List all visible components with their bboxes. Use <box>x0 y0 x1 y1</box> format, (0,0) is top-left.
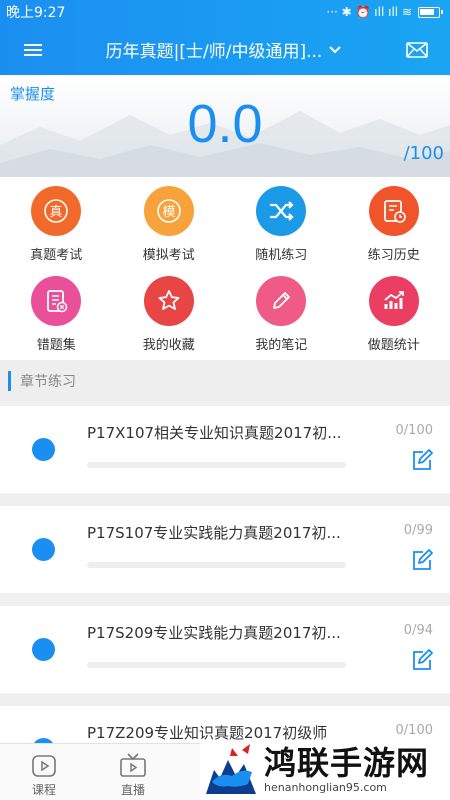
chevron-down-icon <box>329 45 342 53</box>
page-title: 历年真题|[士/师/中级通用]... <box>105 42 323 62</box>
nav-courses[interactable]: 课程 <box>14 744 74 800</box>
status-bar: 晚上9:27 ··· ✱ ⏰ ıll ıll ≋ <box>0 0 450 24</box>
nav-live-label: 直播 <box>120 783 145 797</box>
subject-selector[interactable]: 历年真题|[士/师/中级通用]... <box>106 37 343 62</box>
pencil-icon <box>256 276 307 326</box>
mock-exam-label: 模拟考试 <box>142 248 195 263</box>
notes-button[interactable]: 我的笔记 <box>225 267 338 360</box>
mastery-score: 0.0 <box>187 94 263 154</box>
mastery-panel: 掌握度 0.0 /100 <box>0 75 450 177</box>
app-header: 晚上9:27 ··· ✱ ⏰ ıll ıll ≋ 历年真题|[士/师/中级通用]… <box>0 0 450 75</box>
practice-history-button[interactable]: 练习历史 <box>338 177 450 267</box>
feature-grid: 真 真题考试 模 模拟考试 随机练习 练习历史 错题集 我的收藏 我的笔记 做题… <box>0 177 450 360</box>
shuffle-icon <box>256 186 307 236</box>
section-accent-bar <box>8 371 11 391</box>
chapter-progress-bar <box>87 662 346 668</box>
stats-icon <box>368 276 419 326</box>
nav-live[interactable]: 直播 <box>103 744 163 800</box>
history-icon <box>368 186 419 236</box>
chapter-title: P17S209专业实践能力真题2017初... <box>87 624 341 642</box>
real-exam-button[interactable]: 真 真题考试 <box>0 177 113 267</box>
section-header: 章节练习 <box>0 360 450 402</box>
chapter-count: 0/94 <box>403 623 433 638</box>
favorites-button[interactable]: 我的收藏 <box>113 267 226 360</box>
status-indicators: ··· ✱ ⏰ ıll ıll ≋ <box>326 5 412 19</box>
chapter-progress-bar <box>87 562 346 568</box>
edit-icon[interactable] <box>410 448 434 472</box>
practice-history-label: 练习历史 <box>367 248 420 263</box>
svg-text:模: 模 <box>162 205 175 220</box>
watermark-title: 鸿联手游网 <box>264 744 430 782</box>
menu-icon[interactable] <box>24 41 42 59</box>
watermark-url: henanhonglian95.com <box>264 781 387 794</box>
chapter-title: P17S107专业实践能力真题2017初... <box>87 524 341 542</box>
mail-icon[interactable] <box>406 41 428 58</box>
chapter-dot-icon <box>32 638 55 661</box>
edit-icon[interactable] <box>410 548 434 572</box>
chapter-count: 0/99 <box>403 523 433 538</box>
battery-icon <box>418 6 443 18</box>
wrong-questions-icon <box>31 276 82 326</box>
tv-icon <box>120 753 146 777</box>
chapter-title: P17X107相关专业知识真题2017初... <box>87 424 342 442</box>
edit-icon[interactable] <box>410 648 434 672</box>
section-title: 章节练习 <box>20 374 76 390</box>
bull-logo-icon <box>202 742 260 798</box>
chapter-card[interactable]: P17X107相关专业知识真题2017初... 0/100 <box>0 406 450 493</box>
mock-exam-button[interactable]: 模 模拟考试 <box>113 177 226 267</box>
status-icons: ··· ✱ ⏰ ıll ıll ≋ <box>326 5 443 19</box>
chapter-progress-bar <box>87 462 346 468</box>
chapter-card[interactable]: P17S107专业实践能力真题2017初... 0/99 <box>0 506 450 593</box>
watermark: 鸿联手游网 henanhonglian95.com <box>200 740 450 800</box>
toolbar: 历年真题|[士/师/中级通用]... <box>0 24 450 75</box>
real-exam-icon: 真 <box>31 186 82 236</box>
statistics-button[interactable]: 做题统计 <box>338 267 450 360</box>
wrong-questions-label: 错题集 <box>36 338 76 353</box>
real-exam-label: 真题考试 <box>30 248 83 263</box>
chapter-dot-icon <box>32 438 55 461</box>
notes-label: 我的笔记 <box>255 338 308 353</box>
statistics-label: 做题统计 <box>367 338 420 353</box>
status-time: 晚上9:27 <box>6 5 66 21</box>
star-icon <box>143 276 194 326</box>
nav-courses-label: 课程 <box>31 783 56 797</box>
chapter-count: 0/100 <box>395 723 433 738</box>
wrong-questions-button[interactable]: 错题集 <box>0 267 113 360</box>
mastery-total: /100 <box>403 143 444 164</box>
play-icon <box>32 755 56 777</box>
svg-text:真: 真 <box>50 205 63 220</box>
chapter-count: 0/100 <box>395 423 433 438</box>
random-practice-label: 随机练习 <box>255 248 308 263</box>
mock-exam-icon: 模 <box>143 186 194 236</box>
favorites-label: 我的收藏 <box>142 338 195 353</box>
chapter-dot-icon <box>32 538 55 561</box>
chapter-card[interactable]: P17S209专业实践能力真题2017初... 0/94 <box>0 606 450 693</box>
random-practice-button[interactable]: 随机练习 <box>225 177 338 267</box>
